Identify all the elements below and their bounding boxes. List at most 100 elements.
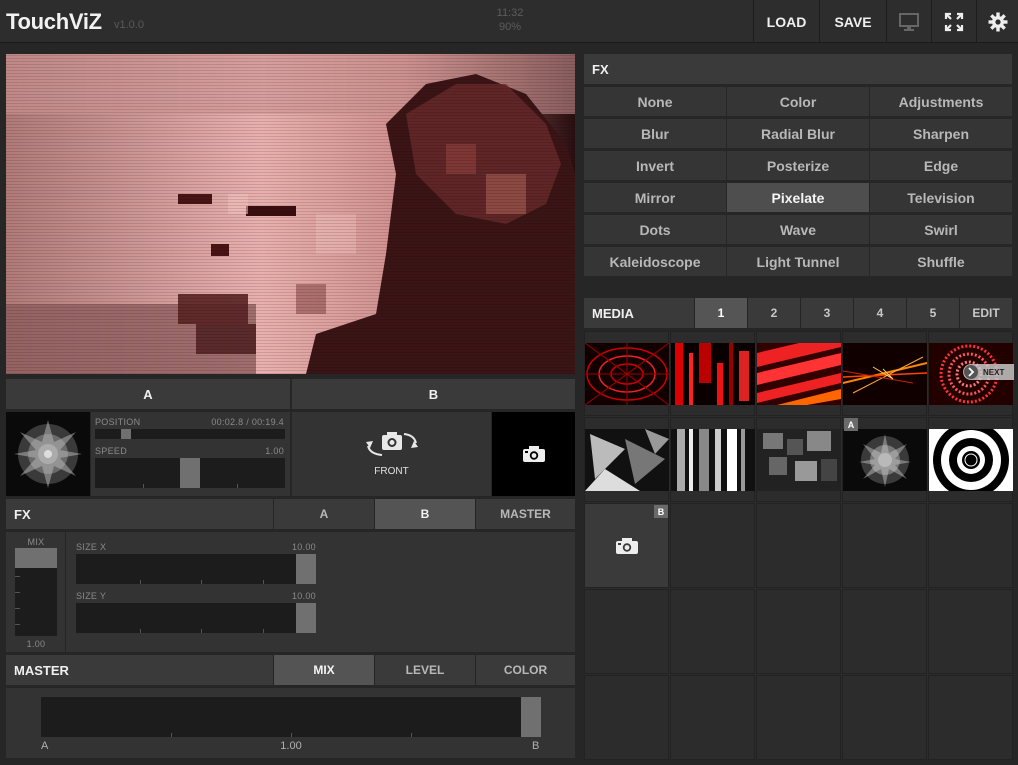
media-slot-empty[interactable] bbox=[842, 503, 927, 588]
position-slider-handle[interactable] bbox=[121, 429, 131, 439]
crossfader-value: 1.00 bbox=[280, 740, 302, 752]
size-y-slider[interactable] bbox=[76, 603, 316, 633]
crossfader-label-b: B bbox=[532, 740, 540, 752]
scanline-overlay bbox=[6, 54, 575, 374]
media-bank-5[interactable]: 5 bbox=[906, 298, 959, 328]
media-slot-empty[interactable] bbox=[842, 589, 927, 674]
media-slot-empty[interactable] bbox=[584, 675, 669, 760]
size-x-value: 10.00 bbox=[291, 542, 316, 552]
size-y-value: 10.00 bbox=[291, 591, 316, 601]
size-y-slider-handle[interactable] bbox=[296, 603, 316, 633]
fx-effect-posterize[interactable]: Posterize bbox=[727, 151, 869, 180]
fx-effect-pixelate[interactable]: Pixelate bbox=[727, 183, 869, 212]
deck-tab-a[interactable]: A bbox=[6, 379, 290, 409]
fx-mix-value: 1.00 bbox=[26, 639, 46, 649]
deck-a-transport-panel: POSITION 00:02.8 / 00:19.4 SPEED 1.00 bbox=[91, 412, 290, 496]
media-slot[interactable] bbox=[842, 331, 927, 416]
media-slot-empty[interactable] bbox=[842, 675, 927, 760]
fx-effect-shuffle[interactable]: Shuffle bbox=[870, 247, 1012, 276]
media-slot-empty[interactable] bbox=[670, 675, 755, 760]
media-slot[interactable]: A bbox=[842, 417, 927, 502]
fx-effect-adjustments[interactable]: Adjustments bbox=[870, 87, 1012, 116]
master-mode-color[interactable]: COLOR bbox=[475, 655, 575, 685]
fx-effect-blur[interactable]: Blur bbox=[584, 119, 726, 148]
clock-time: 11:32 bbox=[496, 7, 524, 19]
size-x-slider-handle[interactable] bbox=[296, 554, 316, 584]
fx-effect-sharpen[interactable]: Sharpen bbox=[870, 119, 1012, 148]
size-x-slider[interactable] bbox=[76, 554, 316, 584]
monitor-icon bbox=[899, 12, 919, 31]
media-bank-1[interactable]: 1 bbox=[694, 298, 747, 328]
media-slot[interactable] bbox=[670, 331, 755, 416]
white-bars-clip bbox=[671, 429, 755, 491]
media-slot[interactable] bbox=[584, 331, 669, 416]
media-slot-empty[interactable] bbox=[756, 589, 841, 674]
media-bank-3[interactable]: 3 bbox=[800, 298, 853, 328]
fx-effect-radial-blur[interactable]: Radial Blur bbox=[727, 119, 869, 148]
display-button[interactable] bbox=[886, 0, 931, 43]
speed-slider-handle[interactable] bbox=[180, 458, 200, 488]
save-button[interactable]: SAVE bbox=[819, 0, 886, 43]
camera-switch-button[interactable]: FRONT bbox=[292, 412, 491, 496]
load-button[interactable]: LOAD bbox=[753, 0, 819, 43]
fx-effect-wave[interactable]: Wave bbox=[727, 215, 869, 244]
master-header: MASTER MIX LEVEL COLOR bbox=[6, 655, 575, 685]
fx-effect-swirl[interactable]: Swirl bbox=[870, 215, 1012, 244]
fx-target-master[interactable]: MASTER bbox=[475, 499, 575, 529]
size-x-label: SIZE X bbox=[76, 542, 107, 552]
master-mode-level[interactable]: LEVEL bbox=[374, 655, 475, 685]
speed-slider[interactable] bbox=[95, 458, 285, 488]
fx-mix-slider-handle[interactable] bbox=[15, 548, 57, 568]
fx-effect-none[interactable]: None bbox=[584, 87, 726, 116]
orange-streaks-clip bbox=[843, 343, 927, 405]
media-slot-empty[interactable] bbox=[928, 675, 1013, 760]
media-bank-4[interactable]: 4 bbox=[853, 298, 906, 328]
media-slot-camera[interactable]: B bbox=[584, 503, 669, 588]
crossfader-slider[interactable] bbox=[41, 697, 541, 737]
next-page-button[interactable]: NEXT bbox=[963, 364, 1014, 380]
fx-target-a[interactable]: A bbox=[273, 499, 374, 529]
media-slot-empty[interactable] bbox=[670, 589, 755, 674]
deck-tab-b[interactable]: B bbox=[292, 379, 575, 409]
fx-mix-slider[interactable] bbox=[15, 548, 57, 636]
media-slot-empty[interactable] bbox=[756, 503, 841, 588]
next-label: NEXT bbox=[983, 367, 1005, 377]
media-slot[interactable] bbox=[756, 417, 841, 502]
fullscreen-button[interactable] bbox=[931, 0, 976, 43]
fx-effect-dots[interactable]: Dots bbox=[584, 215, 726, 244]
media-slot[interactable] bbox=[928, 417, 1013, 502]
media-slot-empty[interactable] bbox=[928, 589, 1013, 674]
fx-effect-invert[interactable]: Invert bbox=[584, 151, 726, 180]
fx-panel-title: FX bbox=[592, 62, 609, 77]
fx-mix-label: MIX bbox=[27, 537, 45, 547]
crossfader-handle[interactable] bbox=[521, 697, 541, 737]
master-mode-mix[interactable]: MIX bbox=[273, 655, 374, 685]
fx-effect-grid: None Color Adjustments Blur Radial Blur Sharp… bbox=[584, 87, 1012, 277]
app-title: TouchViZ bbox=[6, 9, 102, 34]
position-slider[interactable] bbox=[95, 429, 285, 439]
media-slot[interactable] bbox=[584, 417, 669, 502]
media-bank-2[interactable]: 2 bbox=[747, 298, 800, 328]
fx-effect-color[interactable]: Color bbox=[727, 87, 869, 116]
media-slot-empty[interactable] bbox=[928, 503, 1013, 588]
media-slot[interactable] bbox=[670, 417, 755, 502]
deck-a-thumbnail[interactable] bbox=[6, 412, 90, 496]
settings-button[interactable] bbox=[976, 0, 1018, 43]
fx-effect-edge[interactable]: Edge bbox=[870, 151, 1012, 180]
fx-target-b[interactable]: B bbox=[374, 499, 475, 529]
red-bars-clip bbox=[671, 343, 755, 405]
fx-effect-kaleidoscope[interactable]: Kaleidoscope bbox=[584, 247, 726, 276]
fx-effect-mirror[interactable]: Mirror bbox=[584, 183, 726, 212]
fx-effect-light-tunnel[interactable]: Light Tunnel bbox=[727, 247, 869, 276]
media-slot-empty[interactable] bbox=[584, 589, 669, 674]
kaleidoscope-clip-image bbox=[6, 412, 90, 496]
media-slot[interactable]: NEXT bbox=[928, 331, 1014, 416]
media-edit-button[interactable]: EDIT bbox=[959, 298, 1012, 328]
camera-icon bbox=[616, 538, 638, 554]
fx-effect-television[interactable]: Television bbox=[870, 183, 1012, 212]
media-slot-empty[interactable] bbox=[670, 503, 755, 588]
deck-b-camera-source[interactable] bbox=[492, 412, 575, 496]
fx-controls-title: FX bbox=[14, 507, 31, 522]
media-slot-empty[interactable] bbox=[756, 675, 841, 760]
media-slot[interactable] bbox=[756, 331, 841, 416]
